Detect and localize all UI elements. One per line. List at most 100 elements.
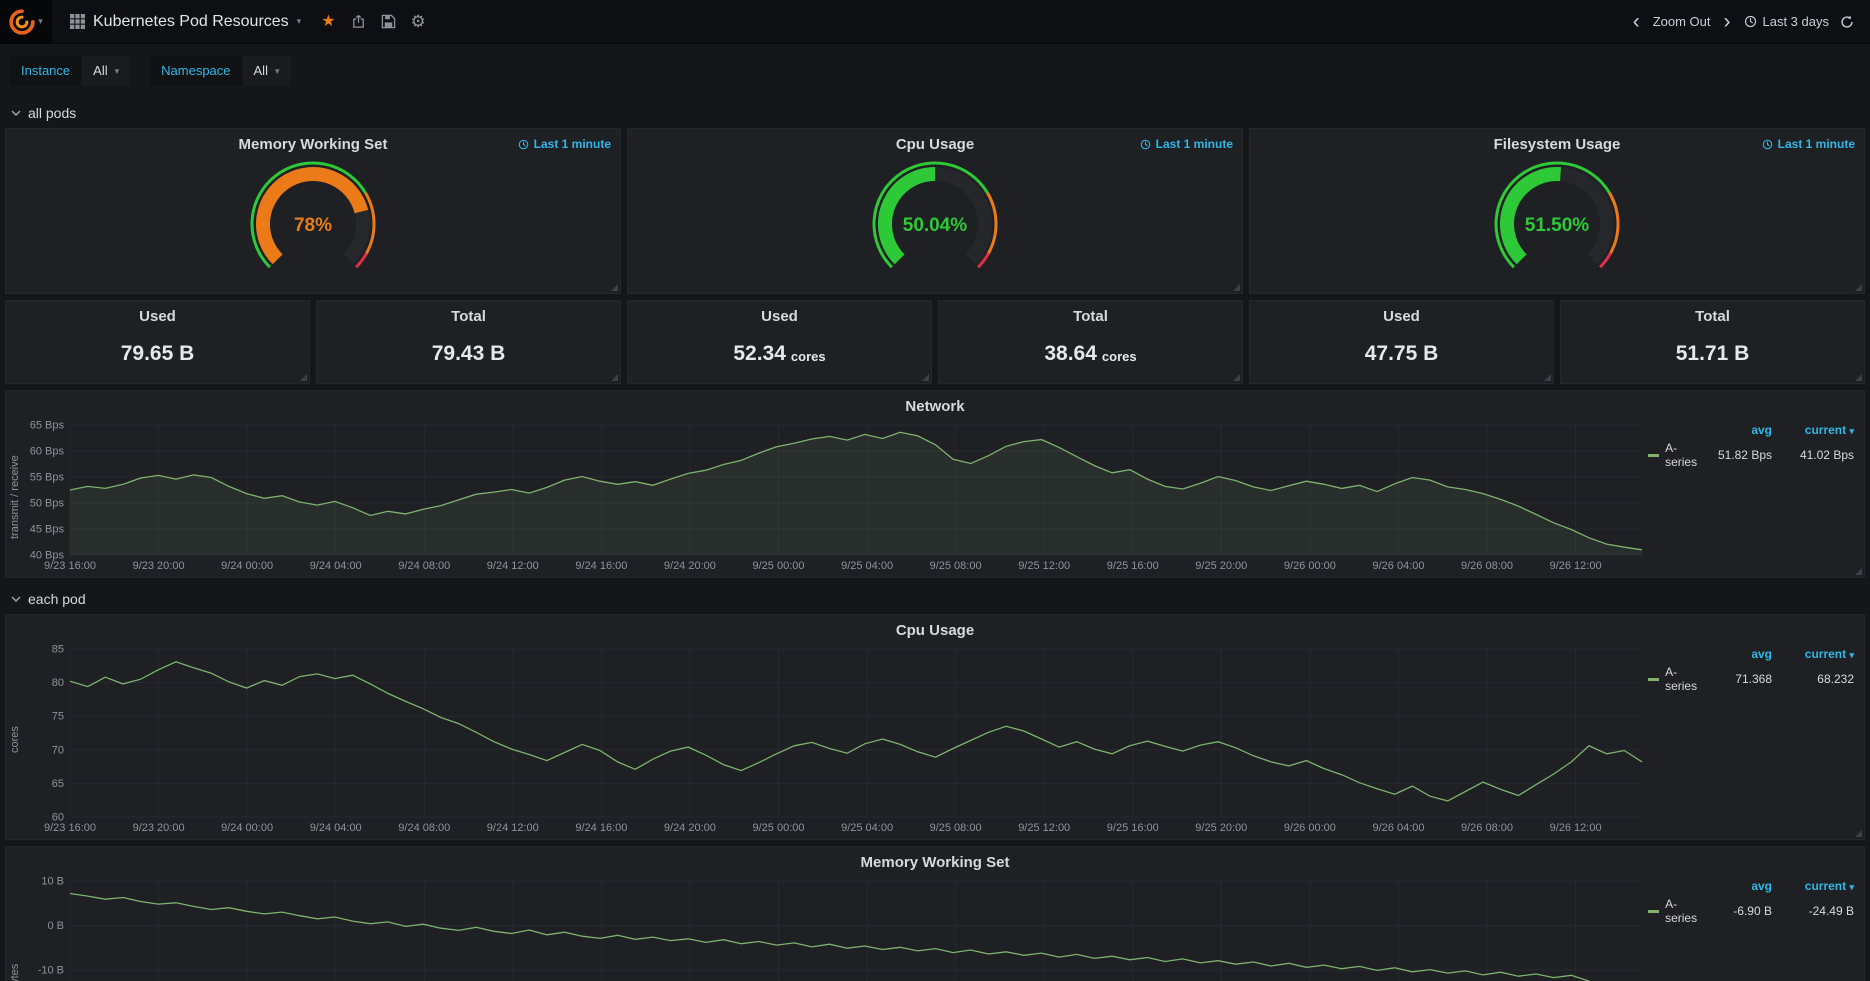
legend-avg-header[interactable]: avg <box>1700 647 1772 661</box>
variable-instance-label: Instance <box>10 56 81 86</box>
variable-namespace: Namespace All ▾ <box>150 56 290 86</box>
network-graph-canvas[interactable]: 9/23 16:009/23 20:009/24 00:009/24 04:00… <box>24 417 1648 577</box>
panel-resize-handle[interactable] <box>922 374 929 381</box>
legend-series-name[interactable]: A-series <box>1648 441 1700 469</box>
panel-resize-handle[interactable] <box>300 374 307 381</box>
stat-value: 79.65 B <box>121 342 195 366</box>
variable-namespace-label: Namespace <box>150 56 241 86</box>
svg-text:9/25 20:00: 9/25 20:00 <box>1195 560 1247 572</box>
series-line <box>70 894 1642 981</box>
row-toggle-each-pod[interactable]: each pod <box>5 584 1865 614</box>
panel-resize-handle[interactable] <box>611 374 618 381</box>
time-range-button[interactable]: Last 3 days <box>1744 14 1830 29</box>
panel-graph-cpu-usage: Cpu Usage cores 9/23 16:009/23 20:009/24… <box>5 614 1865 840</box>
series-color-swatch <box>1648 454 1659 457</box>
svg-text:9/25 00:00: 9/25 00:00 <box>753 560 805 572</box>
panel-stat-cpu-total: Total 38.64cores <box>938 300 1243 384</box>
legend-avg-value: -6.90 B <box>1700 904 1772 918</box>
legend-avg-header[interactable]: avg <box>1700 423 1772 437</box>
zoom-out-button[interactable]: Zoom Out <box>1653 14 1711 29</box>
svg-text:9/24 00:00: 9/24 00:00 <box>221 822 273 834</box>
svg-text:9/25 20:00: 9/25 20:00 <box>1195 822 1247 834</box>
svg-text:78%: 78% <box>294 215 332 236</box>
panel-resize-handle[interactable] <box>611 284 618 291</box>
chevron-down-icon <box>11 110 21 116</box>
time-shift-back-button[interactable]: ‹ <box>1631 11 1642 32</box>
grafana-logo-icon <box>9 9 35 35</box>
legend-current-value: 68.232 <box>1772 672 1854 686</box>
filesystem-gauge: 51.50% <box>1467 158 1647 290</box>
variable-namespace-dropdown[interactable]: All ▾ <box>243 56 291 86</box>
panel-title[interactable]: Used <box>6 301 309 325</box>
gauge-wrap: 78% <box>6 155 620 293</box>
save-icon[interactable] <box>381 14 396 29</box>
svg-text:10 B: 10 B <box>41 876 64 888</box>
panel-title[interactable]: Total <box>1561 301 1864 325</box>
refresh-icon[interactable] <box>1840 15 1854 29</box>
panel-title[interactable]: Total <box>939 301 1242 325</box>
svg-text:60 Bps: 60 Bps <box>30 446 65 458</box>
panel-resize-handle[interactable] <box>1855 568 1862 575</box>
legend-avg-value: 71.368 <box>1700 672 1772 686</box>
panel-title[interactable]: Memory Working Set <box>6 847 1864 871</box>
legend-current-header[interactable]: current ▾ <box>1772 647 1854 661</box>
row-toggle-all-pods[interactable]: all pods <box>5 98 1865 128</box>
panel-resize-handle[interactable] <box>1855 830 1862 837</box>
svg-text:9/25 16:00: 9/25 16:00 <box>1107 560 1159 572</box>
memory-graph-canvas[interactable]: 9/23 16:009/23 20:009/24 00:009/24 04:00… <box>24 873 1648 981</box>
cpu-graph-canvas[interactable]: 9/23 16:009/23 20:009/24 00:009/24 04:00… <box>24 641 1648 839</box>
svg-text:9/26 08:00: 9/26 08:00 <box>1461 560 1513 572</box>
panel-header: Memory Working Set Last 1 minute <box>6 129 620 155</box>
graph-legend: avg current ▾ A-series 71.368 68.232 <box>1648 641 1864 839</box>
panel-graph-memory-working-set: Memory Working Set bytes 9/23 16:009/23 … <box>5 846 1865 981</box>
svg-text:55 Bps: 55 Bps <box>30 472 65 484</box>
time-override-label: Last 1 minute <box>1140 137 1233 151</box>
panel-resize-handle[interactable] <box>1855 284 1862 291</box>
svg-text:50 Bps: 50 Bps <box>30 498 65 510</box>
variable-instance-dropdown[interactable]: All ▾ <box>82 56 130 86</box>
panel-title[interactable]: Used <box>1250 301 1553 325</box>
panel-title[interactable]: Used <box>628 301 931 325</box>
panel-resize-handle[interactable] <box>1233 284 1240 291</box>
svg-text:0 B: 0 B <box>47 920 64 932</box>
legend-current-value: 41.02 Bps <box>1772 448 1854 462</box>
y-axis-label: cores <box>6 641 24 839</box>
panel-resize-handle[interactable] <box>1233 374 1240 381</box>
legend-avg-header[interactable]: avg <box>1700 879 1772 893</box>
grafana-logo-button[interactable]: ▾ <box>0 0 52 44</box>
legend-series-name[interactable]: A-series <box>1648 665 1700 693</box>
svg-text:9/26 00:00: 9/26 00:00 <box>1284 822 1336 834</box>
svg-text:9/26 00:00: 9/26 00:00 <box>1284 560 1336 572</box>
panel-gauge-filesystem-usage: Filesystem Usage Last 1 minute 51.50% <box>1249 128 1865 294</box>
legend-current-header[interactable]: current ▾ <box>1772 423 1854 437</box>
svg-text:75: 75 <box>52 711 64 723</box>
graph-body: cores 9/23 16:009/23 20:009/24 00:009/24… <box>6 641 1864 839</box>
logo-caret-icon: ▾ <box>38 17 43 26</box>
row-title: each pod <box>28 591 86 607</box>
svg-text:9/24 12:00: 9/24 12:00 <box>487 560 539 572</box>
panel-title[interactable]: Network <box>6 391 1864 415</box>
star-icon[interactable]: ★ <box>321 14 335 30</box>
gear-icon[interactable]: ⚙ <box>411 13 426 30</box>
legend-series-name[interactable]: A-series <box>1648 897 1700 925</box>
svg-text:70: 70 <box>52 744 64 756</box>
time-shift-forward-button[interactable]: › <box>1722 11 1733 32</box>
svg-text:9/26 04:00: 9/26 04:00 <box>1373 822 1425 834</box>
legend-current-header[interactable]: current ▾ <box>1772 879 1854 893</box>
share-icon[interactable] <box>351 14 366 29</box>
sort-caret-icon: ▾ <box>1849 426 1854 436</box>
svg-text:9/24 04:00: 9/24 04:00 <box>310 560 362 572</box>
series-color-swatch <box>1648 678 1659 681</box>
clock-icon <box>518 139 529 150</box>
svg-text:9/24 16:00: 9/24 16:00 <box>575 822 627 834</box>
panel-resize-handle[interactable] <box>1855 374 1862 381</box>
clock-icon <box>1140 139 1151 150</box>
panel-title[interactable]: Cpu Usage <box>6 615 1864 639</box>
memory-gauge: 78% <box>223 158 403 290</box>
title-caret-icon: ▾ <box>297 17 302 26</box>
panel-title[interactable]: Total <box>317 301 620 325</box>
svg-text:50.04%: 50.04% <box>903 215 968 236</box>
dashboard-title-button[interactable]: Kubernetes Pod Resources ▾ <box>64 9 307 35</box>
panel-resize-handle[interactable] <box>1544 374 1551 381</box>
svg-text:9/24 16:00: 9/24 16:00 <box>575 560 627 572</box>
